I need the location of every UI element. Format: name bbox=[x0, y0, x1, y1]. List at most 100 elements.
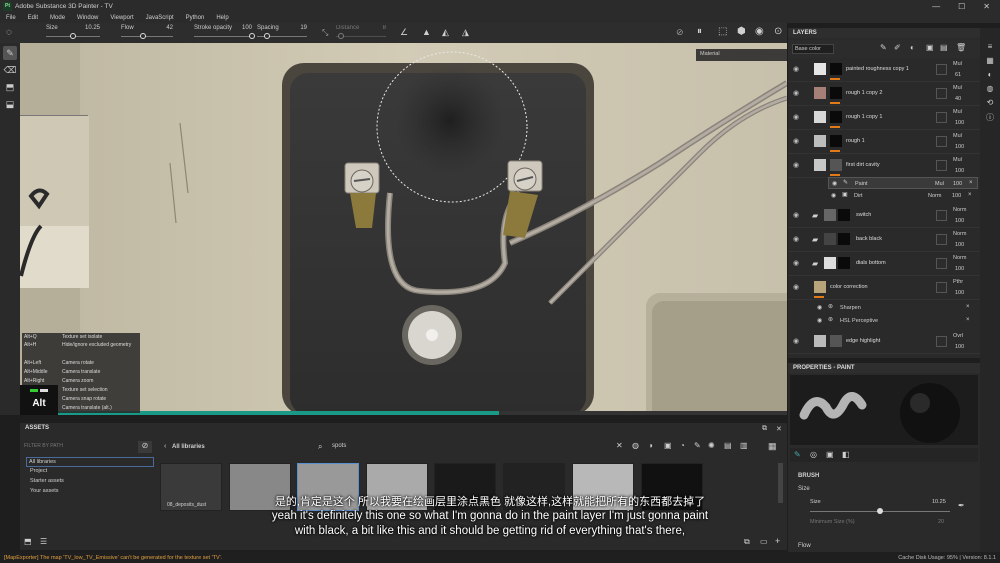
paint-brush-icon[interactable]: ✎ bbox=[3, 46, 17, 60]
layer-opacity[interactable]: 61 bbox=[955, 72, 961, 78]
layer-row[interactable]: ◉ edge highlight Ovrl 100 bbox=[788, 330, 980, 354]
layer-row[interactable]: ◉ rough 1 copy 2 Mul 40 bbox=[788, 82, 980, 106]
layer-row[interactable]: ◉ first dirt cavity Mul 100 bbox=[788, 154, 980, 178]
layer-row[interactable]: ◉ ▰ dials bottom Norm 100 bbox=[788, 252, 980, 276]
layer-opacity[interactable]: 100 bbox=[952, 193, 961, 199]
blend-mode[interactable]: Norm bbox=[953, 255, 966, 261]
filter-filter-icon[interactable]: ▥ bbox=[740, 441, 748, 450]
eye-icon[interactable]: ◉ bbox=[793, 211, 799, 219]
mirror-icon[interactable]: ◭ bbox=[442, 27, 449, 38]
angle-icon[interactable]: ∠ bbox=[400, 27, 408, 38]
filter-brush-icon[interactable]: ✎ bbox=[694, 441, 701, 450]
filter-material-icon[interactable]: ◑ bbox=[648, 441, 653, 450]
layer-checkbox[interactable] bbox=[936, 160, 947, 171]
eye-icon[interactable]: ◉ bbox=[817, 304, 822, 311]
alpha-tab-icon[interactable]: ◎ bbox=[810, 450, 817, 459]
close-icon[interactable]: × bbox=[968, 192, 972, 198]
add-mask-icon[interactable]: ▣ bbox=[926, 43, 934, 52]
panel-float-icon[interactable]: ⧉ bbox=[762, 425, 767, 433]
layer-opacity[interactable]: 100 bbox=[955, 168, 964, 174]
eye-icon[interactable]: ◉ bbox=[793, 137, 799, 145]
eye-icon[interactable]: ◉ bbox=[793, 161, 799, 169]
import-icon[interactable]: ⬒ bbox=[24, 537, 32, 546]
brush-tab-icon[interactable]: ✎ bbox=[794, 450, 801, 459]
sublayer-dirt[interactable]: ◉ ▣ Dirt Norm 100 × bbox=[828, 190, 978, 202]
filter-smart-icon[interactable]: ◔ bbox=[680, 441, 685, 450]
distance-knob[interactable] bbox=[338, 33, 344, 39]
close-button[interactable]: ✕ bbox=[983, 2, 990, 11]
menu-javascript[interactable]: JavaScript bbox=[146, 15, 174, 21]
layer-row[interactable]: ◉ color correction Pthr 100 bbox=[788, 276, 980, 300]
eye-icon[interactable]: ◉ bbox=[832, 180, 837, 187]
hide-filter-icon[interactable]: ⊘ bbox=[138, 441, 152, 453]
layer-checkbox[interactable] bbox=[936, 258, 947, 269]
size-slider-knob[interactable] bbox=[877, 508, 883, 514]
blend-mode[interactable]: Pthr bbox=[953, 279, 963, 285]
tree-item-project[interactable]: Project bbox=[30, 468, 47, 474]
spacing-slider[interactable]: Spacing 19 bbox=[257, 25, 307, 39]
filter-environment-icon[interactable]: ▤ bbox=[724, 441, 732, 450]
list-view-icon[interactable]: ☰ bbox=[40, 537, 47, 546]
layer-checkbox[interactable] bbox=[936, 136, 947, 147]
cube-icon[interactable]: ⬢ bbox=[737, 26, 746, 37]
pen-pressure-icon[interactable]: ✒ bbox=[958, 501, 965, 510]
layer-opacity[interactable]: 100 bbox=[955, 218, 964, 224]
filter-particle-icon[interactable]: ✺ bbox=[708, 441, 715, 450]
filter-sharpen[interactable]: ◉ ⊛ Sharpen × bbox=[814, 302, 978, 314]
blend-mode[interactable]: Mul bbox=[953, 133, 962, 139]
layer-row[interactable]: ◉ painted roughness copy 1 Mul 61 bbox=[788, 58, 980, 82]
layer-checkbox[interactable] bbox=[936, 210, 947, 221]
size-slider[interactable]: Size 10.25 bbox=[46, 25, 100, 39]
layers-tab-icon[interactable]: ≡ bbox=[980, 42, 1000, 56]
layer-opacity[interactable]: 100 bbox=[953, 181, 962, 187]
eye-icon[interactable]: ◉ bbox=[793, 283, 799, 291]
minimize-button[interactable]: — bbox=[932, 2, 940, 11]
lazy-mouse-icon[interactable]: ⤡ bbox=[322, 28, 328, 38]
min-size-value[interactable]: 20 bbox=[938, 519, 944, 525]
camera-icon[interactable]: ⊙ bbox=[774, 26, 782, 37]
brush-circle-icon[interactable]: ◌ bbox=[6, 27, 12, 38]
projection-tool-icon[interactable]: ⬒ bbox=[3, 80, 17, 94]
size-knob[interactable] bbox=[70, 33, 76, 39]
layer-opacity[interactable]: 100 bbox=[955, 144, 964, 150]
eye-icon[interactable]: ◉ bbox=[793, 259, 799, 267]
blend-mode[interactable]: Mul bbox=[935, 181, 944, 187]
viewport-frame-icon[interactable]: ⬚ bbox=[718, 26, 727, 37]
eye-icon[interactable]: ◉ bbox=[793, 235, 799, 243]
layer-checkbox[interactable] bbox=[936, 64, 947, 75]
flow-knob[interactable] bbox=[139, 33, 146, 39]
assets-search-input[interactable]: spots bbox=[332, 443, 612, 453]
blend-mode[interactable]: Mul bbox=[953, 157, 962, 163]
clear-search-icon[interactable]: ✕ bbox=[616, 441, 623, 450]
eye-icon[interactable]: ◉ bbox=[817, 317, 822, 324]
eye-icon[interactable]: ◉ bbox=[793, 113, 799, 121]
add-paint-layer-icon[interactable]: ✐ bbox=[894, 43, 901, 52]
material-mode-label[interactable]: Material bbox=[700, 51, 720, 57]
layer-opacity[interactable]: 100 bbox=[955, 120, 964, 126]
projection-icon[interactable]: ◮ bbox=[462, 27, 469, 38]
texture-set-icon[interactable]: ▦ bbox=[980, 56, 1000, 70]
info-icon[interactable]: ⓘ bbox=[980, 112, 1000, 126]
render-icon[interactable]: ◉ bbox=[755, 26, 764, 37]
menu-window[interactable]: Window bbox=[77, 15, 98, 21]
spacing-knob[interactable] bbox=[263, 33, 270, 39]
stroke-opacity-slider[interactable]: Stroke opacity 100 bbox=[194, 25, 255, 39]
filter-texture-icon[interactable]: ◍ bbox=[632, 441, 639, 450]
layer-opacity[interactable]: 100 bbox=[955, 290, 964, 296]
eye-icon[interactable]: ◉ bbox=[831, 192, 836, 199]
add-effect-icon[interactable]: ✎ bbox=[880, 43, 887, 52]
close-icon[interactable]: × bbox=[969, 180, 973, 186]
layer-row[interactable]: ◉ ▰ back black Norm 100 bbox=[788, 228, 980, 252]
blend-mode[interactable]: Norm bbox=[953, 231, 966, 237]
stroke-opacity-knob[interactable] bbox=[249, 33, 255, 39]
filter-mask-icon[interactable]: ▣ bbox=[664, 441, 672, 450]
blend-mode[interactable]: Norm bbox=[953, 207, 966, 213]
close-icon[interactable]: × bbox=[966, 317, 970, 323]
material-tab-icon[interactable]: ◧ bbox=[842, 450, 850, 459]
blend-mode[interactable]: Mul bbox=[953, 85, 962, 91]
flow-slider[interactable]: Flow 42 bbox=[121, 25, 173, 39]
layer-opacity[interactable]: 100 bbox=[955, 266, 964, 272]
layer-checkbox[interactable] bbox=[936, 336, 947, 347]
tree-item-starter-assets[interactable]: Starter assets bbox=[30, 478, 64, 484]
layer-opacity[interactable]: 40 bbox=[955, 96, 961, 102]
